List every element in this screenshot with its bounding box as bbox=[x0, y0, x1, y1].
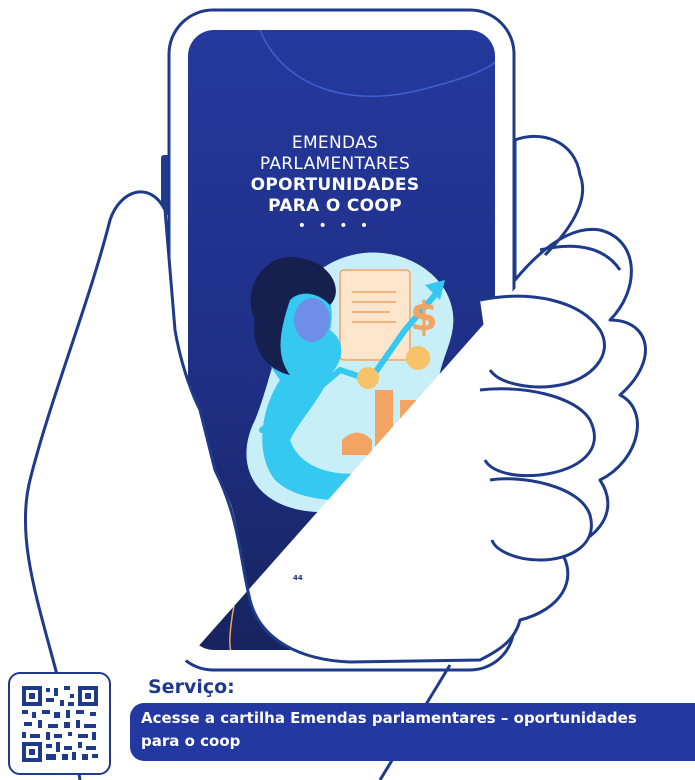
cover-title-line-3: OPORTUNIDADES bbox=[250, 175, 420, 195]
cover-title: EMENDAS PARLAMENTARES OPORTUNIDADES PARA… bbox=[190, 133, 480, 233]
service-heading: Serviço: bbox=[148, 676, 235, 698]
qr-code-icon bbox=[19, 683, 100, 764]
ocb-logo-icon: 44 bbox=[280, 568, 314, 592]
cover-title-dots: • • • • bbox=[297, 218, 373, 234]
cover-title-line-4: PARA O COOP bbox=[268, 196, 402, 216]
document-icon bbox=[339, 269, 411, 361]
sistema-ocb-brand: 44 SistemaOCB bbox=[280, 568, 395, 592]
phone-illustration: $ bbox=[23, 8, 647, 780]
brand-name: SistemaOCB bbox=[318, 573, 395, 587]
svg-text:44: 44 bbox=[293, 574, 303, 582]
dollar-coin-icon: $ bbox=[410, 294, 438, 340]
cover-title-line-2: PARLAMENTARES bbox=[259, 154, 411, 174]
cover-title-line-1: EMENDAS bbox=[291, 133, 379, 153]
service-text: Acesse a cartilha Emendas parlamentares … bbox=[141, 709, 637, 750]
qr-code[interactable] bbox=[8, 672, 111, 775]
